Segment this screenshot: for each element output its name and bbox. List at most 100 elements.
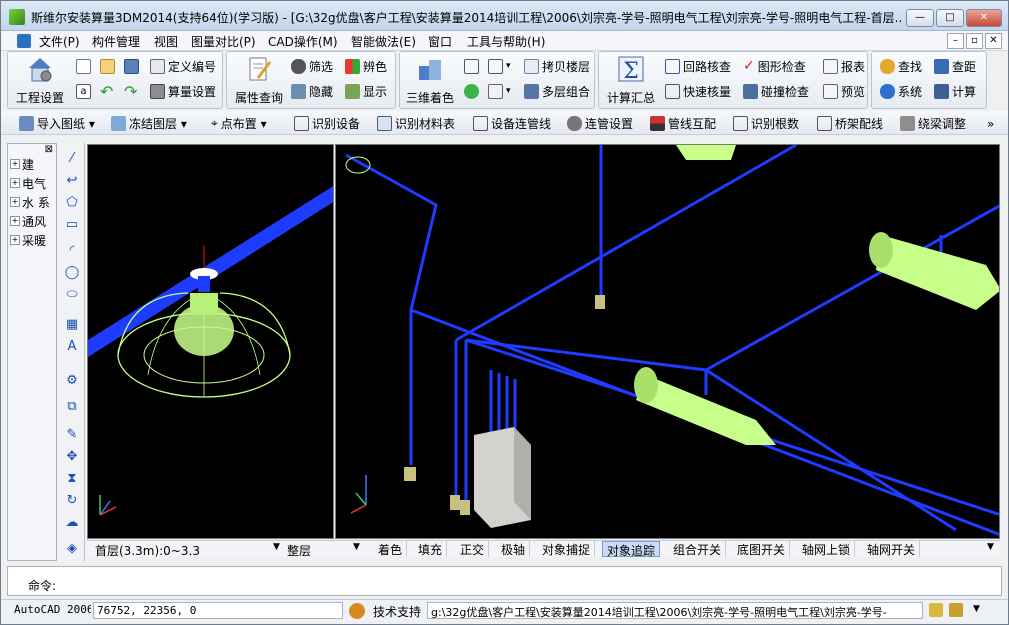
properties-tool-icon[interactable]: ⚙ xyxy=(64,373,80,389)
menu-view[interactable]: 视图 xyxy=(154,33,178,50)
nav-item-water[interactable]: + 水 系 xyxy=(10,194,56,210)
quick-check-button[interactable]: 快速核量 xyxy=(665,82,731,100)
project-settings-button[interactable]: 工程设置 xyxy=(14,54,66,106)
graphic-check-button[interactable]: ✓ 图形检查 xyxy=(743,57,806,75)
menu-cad-ops[interactable]: CAD操作(M) xyxy=(268,33,338,50)
nav-item-heating[interactable]: + 采暖 xyxy=(10,232,56,248)
minimize-button[interactable]: — xyxy=(906,9,934,27)
point-place-button[interactable]: ⌖ 点布置 ▾ xyxy=(211,115,267,132)
collision-check-button[interactable]: 碰撞检查 xyxy=(743,82,809,100)
save-icon[interactable] xyxy=(124,57,142,75)
pointer-icon[interactable]: ▾ xyxy=(488,82,511,100)
display-button[interactable]: 显示 xyxy=(345,82,387,100)
open-folder-icon[interactable] xyxy=(100,57,118,75)
calc-summary-button[interactable]: Σ 计算汇总 xyxy=(603,54,659,106)
menu-file[interactable]: 文件(P) xyxy=(39,33,80,50)
beam-adjust-button[interactable]: 绕梁调整 xyxy=(900,115,966,132)
hide-button[interactable]: 隐藏 xyxy=(291,82,333,100)
preview-button[interactable]: 预览 xyxy=(823,82,865,100)
diamond-tool-icon[interactable]: ◈ xyxy=(64,541,80,557)
multi-combine-button[interactable]: 多层组合 xyxy=(524,82,590,100)
import-drawing-button[interactable]: 导入图纸 ▾ xyxy=(19,115,95,132)
identify-material-table-button[interactable]: 识别材料表 xyxy=(377,115,455,132)
line-tool-icon[interactable]: ⁄ xyxy=(64,151,80,167)
close-button[interactable]: ✕ xyxy=(966,9,1002,27)
toggle-otrack[interactable]: 对象追踪 xyxy=(602,541,661,558)
new-file-icon[interactable] xyxy=(76,57,94,75)
move-tool-icon[interactable]: ✥ xyxy=(64,449,80,465)
freeze-layer-button[interactable]: 冻结图层 ▾ xyxy=(111,115,187,132)
menu-smart-method[interactable]: 智能做法(E) xyxy=(351,33,416,50)
brush-tool-icon[interactable]: ✎ xyxy=(64,427,80,443)
cloud-tool-icon[interactable]: ☁ xyxy=(64,515,80,531)
menu-window[interactable]: 窗口 xyxy=(428,33,452,50)
menu-quantity-compare[interactable]: 图量对比(P) xyxy=(191,33,256,50)
toggle-osnap[interactable]: 对象捕捉 xyxy=(538,541,596,557)
device-connect-pipe-button[interactable]: 设备连管线 xyxy=(473,115,551,132)
panel-close-icon[interactable]: ⊠ xyxy=(45,144,53,155)
circle-tool-icon[interactable]: ◯ xyxy=(64,265,80,281)
identify-count-button[interactable]: 识别根数 xyxy=(733,115,799,132)
pipe-match-button[interactable]: 管线互配 xyxy=(650,115,716,132)
calculate-button[interactable]: 计算 xyxy=(934,82,976,100)
polyline-tool-icon[interactable]: ↩ xyxy=(64,173,80,189)
toggle-fill[interactable]: 填充 xyxy=(414,541,448,557)
distinguish-color-button[interactable]: 辨色 xyxy=(345,57,387,75)
measure-distance-button[interactable]: 查距 xyxy=(934,57,976,75)
text-a-icon[interactable]: a xyxy=(76,82,94,100)
color-3d-button[interactable]: 三维着色 xyxy=(404,54,456,106)
floor-select[interactable]: 首层(3.3m):0~3.3 xyxy=(95,542,200,559)
status-tray-menu-icon[interactable]: ▼ xyxy=(973,604,980,614)
redo-icon[interactable]: ↷ xyxy=(124,82,137,101)
box-view-icon[interactable]: ▾ xyxy=(488,57,511,75)
toggle-shade[interactable]: 着色 xyxy=(374,541,408,557)
command-line[interactable]: 命令: xyxy=(7,566,1002,596)
toggle-polar[interactable]: 极轴 xyxy=(497,541,531,557)
mdi-restore-button[interactable]: ▫ xyxy=(966,33,983,49)
tech-support-link[interactable]: 技术支持 xyxy=(373,603,421,620)
find-button[interactable]: 查找 xyxy=(880,57,922,75)
mdi-close-button[interactable]: ✕ xyxy=(985,33,1002,49)
filter-button[interactable]: 筛选 xyxy=(291,57,333,75)
floor-dropdown-icon[interactable]: ▼ xyxy=(273,542,280,552)
status-menu-icon[interactable]: ▼ xyxy=(987,542,994,552)
layer-select[interactable]: 整层 xyxy=(287,542,311,559)
polygon-tool-icon[interactable]: ⬠ xyxy=(64,195,80,211)
layer-dropdown-icon[interactable]: ▼ xyxy=(353,542,360,552)
toggle-combo-switch[interactable]: 组合开关 xyxy=(669,541,727,557)
sphere-icon[interactable] xyxy=(464,82,482,100)
viewport-right[interactable] xyxy=(335,144,1000,539)
define-number-button[interactable]: 定义编号 xyxy=(150,57,216,75)
mirror-tool-icon[interactable]: ⧗ xyxy=(64,471,80,487)
rectangle-tool-icon[interactable]: ▭ xyxy=(64,217,80,233)
key-icon[interactable] xyxy=(949,603,963,617)
rotate-tool-icon[interactable]: ↻ xyxy=(64,493,80,509)
text-tool-icon[interactable]: A xyxy=(64,339,80,355)
toolbar-more-button[interactable]: » xyxy=(987,115,994,132)
system-button[interactable]: 系统 xyxy=(880,82,922,100)
toggle-base-drawing[interactable]: 底图开关 xyxy=(733,541,791,557)
hatch-tool-icon[interactable]: ▦ xyxy=(64,317,80,333)
toggle-grid[interactable]: 轴网开关 xyxy=(863,541,921,557)
menu-component-manage[interactable]: 构件管理 xyxy=(92,33,140,50)
nav-item-ventilation[interactable]: + 通风 xyxy=(10,213,56,229)
menu-tools-help[interactable]: 工具与帮助(H) xyxy=(467,33,545,50)
viewport-left[interactable] xyxy=(87,144,334,539)
arc-tool-icon[interactable]: ◜ xyxy=(64,243,80,259)
maximize-button[interactable]: □ xyxy=(936,9,964,27)
report-button[interactable]: 报表 xyxy=(823,57,865,75)
undo-icon[interactable]: ↶ xyxy=(100,82,113,101)
lock-icon[interactable] xyxy=(929,603,943,617)
calc-settings-button[interactable]: 算量设置 xyxy=(150,82,216,100)
nav-item-building[interactable]: + 建 xyxy=(10,156,56,172)
toggle-grid-lock[interactable]: 轴网上锁 xyxy=(798,541,856,557)
bridge-wiring-button[interactable]: 桥架配线 xyxy=(817,115,883,132)
copy-floor-button[interactable]: 拷贝楼层 xyxy=(524,57,590,75)
attribute-query-button[interactable]: 属性查询 xyxy=(231,54,287,106)
identify-device-button[interactable]: 识别设备 xyxy=(294,115,360,132)
mdi-minimize-button[interactable]: – xyxy=(947,33,964,49)
ellipse-tool-icon[interactable]: ⬭ xyxy=(64,287,80,303)
loop-check-button[interactable]: 回路核查 xyxy=(665,57,731,75)
cube-icon[interactable] xyxy=(464,57,482,75)
document-icon[interactable] xyxy=(17,34,31,48)
